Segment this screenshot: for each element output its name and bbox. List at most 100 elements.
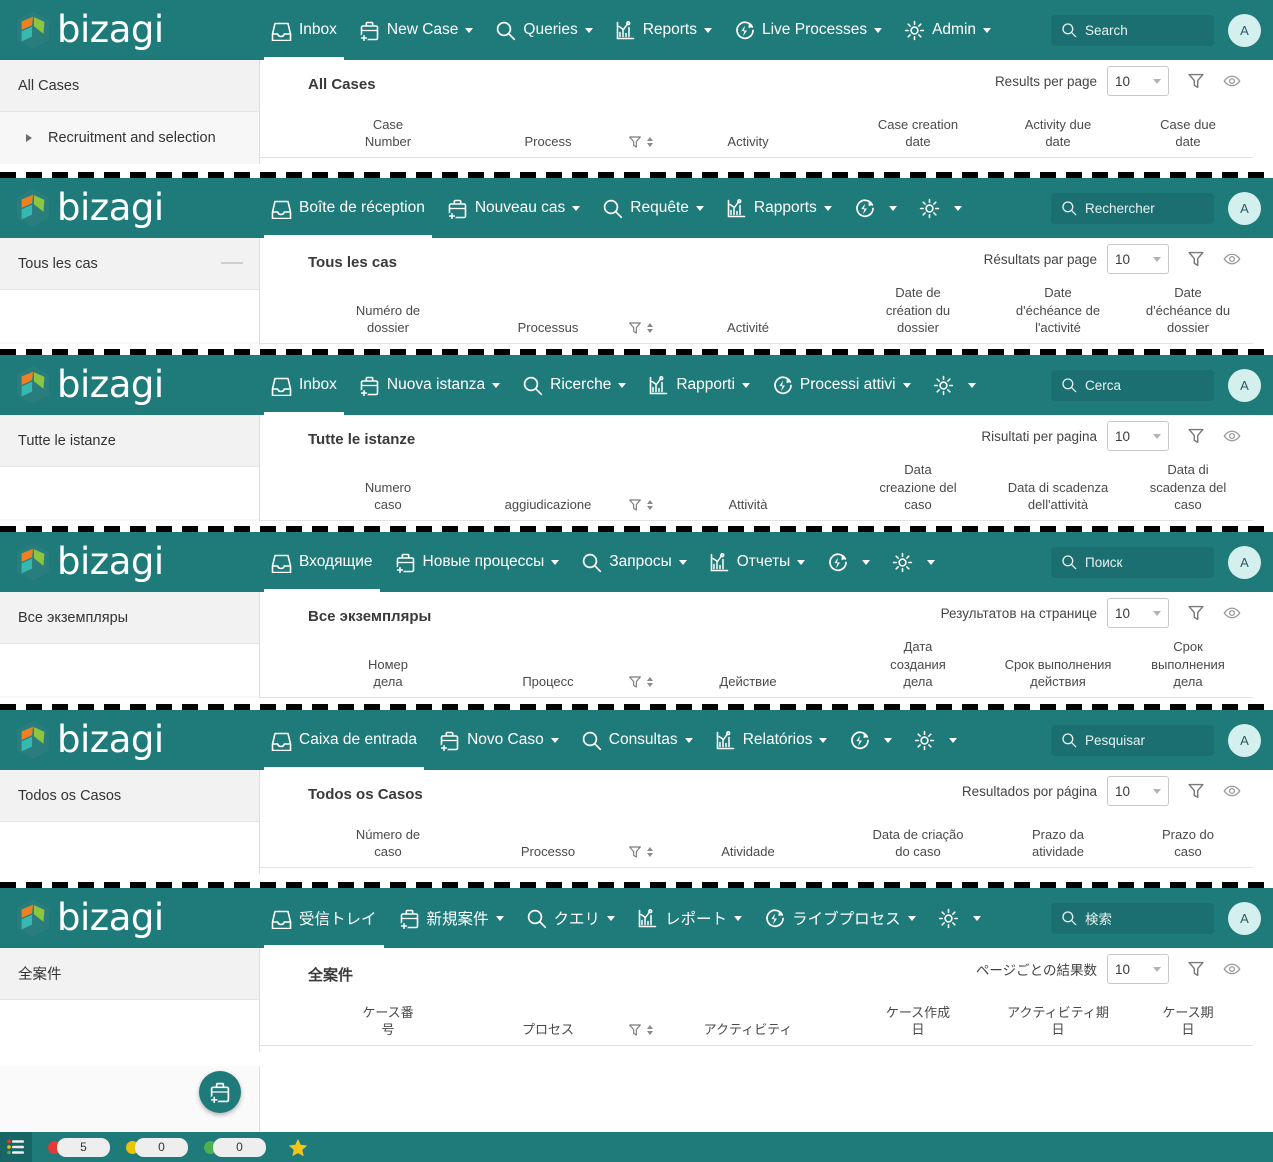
visibility-button[interactable] xyxy=(1223,782,1241,800)
star-icon[interactable] xyxy=(288,1138,308,1157)
nav-item-レポート[interactable]: レポート xyxy=(626,888,753,948)
nav-item-nouveau-cas[interactable]: Nouveau cas xyxy=(436,178,591,238)
nav-item-gear[interactable] xyxy=(927,888,992,948)
nav-item-queries[interactable]: Queries xyxy=(484,0,603,60)
column-header[interactable]: ケース作成日 xyxy=(843,1004,993,1045)
column-header[interactable]: Activity xyxy=(653,133,843,157)
sidebar-item-0[interactable]: Все экземпляры xyxy=(0,592,259,644)
sidebar-item-0[interactable]: Tous les cas xyxy=(0,238,259,290)
nav-item-новые-процессы[interactable]: Новые процессы xyxy=(384,532,571,592)
nav-item-входящие[interactable]: Входящие xyxy=(260,532,384,592)
nav-item-gear[interactable] xyxy=(903,710,968,770)
column-header[interactable]: Process xyxy=(468,133,628,157)
nav-item-ライブプロセス[interactable]: ライブプロセス xyxy=(753,888,927,948)
column-header[interactable]: aggiudicazione xyxy=(468,496,628,520)
visibility-button[interactable] xyxy=(1223,604,1241,622)
search-input[interactable]: Cerca xyxy=(1051,369,1214,401)
filter-button[interactable] xyxy=(1187,427,1205,445)
nav-item-consultas[interactable]: Consultas xyxy=(570,710,704,770)
sidebar-item-0[interactable]: Todos os Casos xyxy=(0,770,259,822)
visibility-button[interactable] xyxy=(1223,427,1241,445)
column-sort-control[interactable] xyxy=(628,498,653,520)
avatar[interactable]: A xyxy=(1228,901,1261,935)
search-input[interactable]: Pesquisar xyxy=(1051,724,1214,756)
column-header[interactable]: Attività xyxy=(653,496,843,520)
sidebar-item-0[interactable]: Tutte le istanze xyxy=(0,415,259,467)
nav-item-新規案件[interactable]: 新規案件 xyxy=(388,888,515,948)
column-header[interactable]: Número de caso xyxy=(308,826,468,867)
column-header[interactable]: Date d'échéance du dossier xyxy=(1123,284,1253,343)
nav-item-relatórios[interactable]: Relatórios xyxy=(704,710,839,770)
column-header[interactable]: Case creation date xyxy=(843,116,993,157)
sidebar-item-0[interactable]: All Cases xyxy=(0,60,259,112)
column-header[interactable]: プロセス xyxy=(468,1021,628,1045)
column-header[interactable]: ケース期日 xyxy=(1123,1004,1253,1045)
results-per-page-select[interactable]: 10 xyxy=(1107,66,1169,96)
column-header[interactable]: Case due date xyxy=(1123,116,1253,157)
taskbar-chip-0[interactable]: 5 xyxy=(48,1137,110,1157)
avatar[interactable]: A xyxy=(1228,191,1261,225)
avatar[interactable]: A xyxy=(1228,723,1261,757)
nav-item-new-case[interactable]: New Case xyxy=(348,0,485,60)
column-sort-control[interactable] xyxy=(628,1023,653,1045)
column-sort-control[interactable] xyxy=(628,845,653,867)
column-header[interactable]: Data de criação do caso xyxy=(843,826,993,867)
nav-item-受信トレイ[interactable]: 受信トレイ xyxy=(260,888,388,948)
sidebar-item-0[interactable]: 全案件 xyxy=(0,948,259,1000)
search-input[interactable]: 検索 xyxy=(1051,902,1214,934)
nav-item-caixa-de-entrada[interactable]: Caixa de entrada xyxy=(260,710,428,770)
nav-item-live-process[interactable] xyxy=(843,178,908,238)
nav-item-gear[interactable] xyxy=(922,355,987,415)
avatar[interactable]: A xyxy=(1228,13,1261,47)
visibility-button[interactable] xyxy=(1223,250,1241,268)
results-per-page-select[interactable]: 10 xyxy=(1107,598,1169,628)
column-header[interactable]: Срок выполнения действия xyxy=(993,656,1123,697)
nav-item-nuova-istanza[interactable]: Nuova istanza xyxy=(348,355,511,415)
nav-item-requête[interactable]: Requête xyxy=(591,178,715,238)
results-per-page-select[interactable]: 10 xyxy=(1107,421,1169,451)
column-sort-control[interactable] xyxy=(628,675,653,697)
column-header[interactable]: アクティビティ期日 xyxy=(993,1004,1123,1045)
chevron-right-icon[interactable] xyxy=(26,134,32,142)
filter-button[interactable] xyxy=(1187,72,1205,90)
avatar[interactable]: A xyxy=(1228,368,1261,402)
new-case-fab[interactable] xyxy=(199,1071,241,1113)
column-header[interactable]: Activité xyxy=(653,319,843,343)
column-header[interactable]: Numero caso xyxy=(308,479,468,520)
nav-item-запросы[interactable]: Запросы xyxy=(570,532,698,592)
nav-item-inbox[interactable]: Inbox xyxy=(260,355,348,415)
filter-button[interactable] xyxy=(1187,960,1205,978)
results-per-page-select[interactable]: 10 xyxy=(1107,776,1169,806)
taskbar-chip-2[interactable]: 0 xyxy=(204,1137,266,1157)
results-per-page-select[interactable]: 10 xyxy=(1107,244,1169,274)
nav-item-live-process[interactable] xyxy=(816,532,881,592)
column-header[interactable]: Действие xyxy=(653,673,843,697)
nav-item-gear[interactable] xyxy=(881,532,946,592)
column-header[interactable]: ケース番号 xyxy=(308,1004,468,1045)
nav-item-boîte-de-réception[interactable]: Boîte de réception xyxy=(260,178,436,238)
results-per-page-select[interactable]: 10 xyxy=(1107,954,1169,984)
column-header[interactable]: Processo xyxy=(468,843,628,867)
nav-item-live-processes[interactable]: Live Processes xyxy=(723,0,893,60)
brand-logo[interactable]: bizagi xyxy=(0,532,260,592)
search-input[interactable]: Search xyxy=(1051,14,1214,46)
nav-item-inbox[interactable]: Inbox xyxy=(260,0,348,60)
visibility-button[interactable] xyxy=(1223,72,1241,90)
nav-item-ricerche[interactable]: Ricerche xyxy=(511,355,637,415)
search-input[interactable]: Rechercher xyxy=(1051,192,1214,224)
column-header[interactable]: Date d'échéance de l'activité xyxy=(993,284,1123,343)
brand-logo[interactable]: bizagi xyxy=(0,888,260,948)
column-header[interactable]: Номер дела xyxy=(308,656,468,697)
column-header[interactable]: Срок выполнения дела xyxy=(1123,638,1253,697)
filter-button[interactable] xyxy=(1187,250,1205,268)
filter-button[interactable] xyxy=(1187,782,1205,800)
brand-logo[interactable]: bizagi xyxy=(0,178,260,238)
column-header[interactable]: Atividade xyxy=(653,843,843,867)
column-sort-control[interactable] xyxy=(628,135,653,157)
column-sort-control[interactable] xyxy=(628,321,653,343)
nav-item-admin[interactable]: Admin xyxy=(893,0,1002,60)
column-header[interactable]: Дата создания дела xyxy=(843,638,993,697)
column-header[interactable]: Процесс xyxy=(468,673,628,697)
nav-item-processi-attivi[interactable]: Processi attivi xyxy=(761,355,922,415)
nav-item-rapports[interactable]: Rapports xyxy=(715,178,843,238)
